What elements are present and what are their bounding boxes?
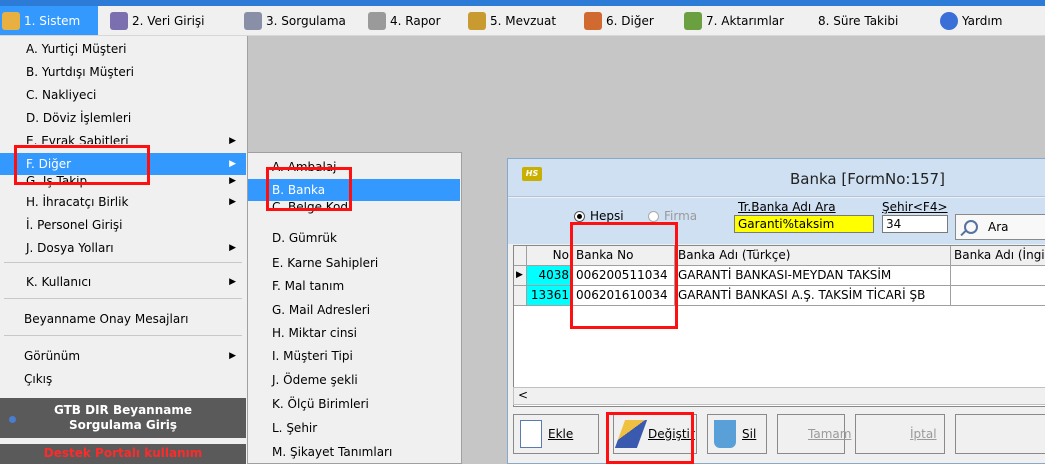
menu-aktarimlar[interactable]: 7. Aktarımlar (684, 6, 784, 35)
new-document-icon (520, 420, 542, 448)
gtb-dir-sorgulama-button[interactable]: GTB DIR Beyanname Sorgulama Giriş (0, 398, 246, 438)
submenu-item-mail-adresleri[interactable]: G. Mail Adresleri (248, 299, 460, 321)
search-icon (964, 220, 978, 234)
scroll-left-icon[interactable]: < (518, 388, 528, 402)
submenu-item-odeme-sekli[interactable]: J. Ödeme şekli (248, 369, 460, 391)
menu-item-gorunum[interactable]: Görünüm ▶ (0, 345, 246, 367)
menu-sistem[interactable]: 1. Sistem (0, 6, 98, 35)
menu-veri-girisi[interactable]: 2. Veri Girişi (110, 6, 205, 35)
form-title: Banka [FormNo:157] (790, 170, 945, 188)
highlight-box-diger (14, 145, 150, 185)
menu-separator (4, 262, 242, 263)
menu-diger[interactable]: 6. Diğer (584, 6, 654, 35)
menu-item-personel-girisi[interactable]: İ. Personel Girişi (0, 214, 246, 236)
sehir-label: Şehir<F4> (882, 200, 948, 214)
submenu-item-musteri-tipi[interactable]: I. Müşteri Tipi (248, 345, 460, 367)
menu-sure-takibi[interactable]: 8. Süre Takibi (818, 6, 898, 35)
submenu-arrow-icon: ▶ (229, 351, 236, 361)
menu-item-ihracatci-birlik[interactable]: H. İhracatçı Birlik ▶ (0, 191, 246, 213)
submenu-item-olcu-birimleri[interactable]: K. Ölçü Birimleri (248, 393, 460, 415)
books-icon (468, 11, 486, 30)
form-title-bar: HS Banka [FormNo:157] (508, 159, 1045, 197)
form-button-bar: Ekle Değiştir Sil Tamam İptal (513, 414, 1045, 458)
submenu-arrow-icon: ▶ (229, 197, 236, 207)
submenu-item-karne-sahipleri[interactable]: E. Karne Sahipleri (248, 252, 460, 274)
help-icon (940, 11, 958, 30)
menu-item-yurtdisi-musteri[interactable]: B. Yurtdışı Müşteri (0, 61, 246, 83)
iptal-button[interactable]: İptal (855, 414, 945, 454)
menu-item-evrak-sabitleri[interactable]: E. Evrak Sabitleri ▶ (0, 130, 246, 144)
highlight-box-degistir (606, 412, 694, 464)
submenu-item-sikayet-tanimlari[interactable]: M. Şikayet Tanımları (248, 441, 460, 463)
ara-button[interactable]: Ara (955, 214, 1045, 240)
menu-item-cikis[interactable]: Çıkış (0, 368, 246, 390)
submenu-arrow-icon: ▶ (229, 277, 236, 287)
printer-icon (368, 11, 386, 30)
submenu-item-gumruk[interactable]: D. Gümrük (248, 227, 460, 249)
menu-item-kullanici[interactable]: K. Kullanıcı ▶ (0, 271, 246, 293)
menu-item-beyanname-onay[interactable]: Beyanname Onay Mesajları (0, 308, 246, 330)
sil-button[interactable]: Sil (707, 414, 767, 454)
menu-rapor[interactable]: 4. Rapor (368, 6, 441, 35)
menu-sorgulama[interactable]: 3. Sorgulama (244, 6, 346, 35)
menu-item-dosya-yollari[interactable]: J. Dosya Yolları ▶ (0, 237, 246, 259)
bullet-icon (9, 416, 16, 423)
submenu-item-mal-tanim[interactable]: F. Mal tanım (248, 275, 460, 297)
column-header-no[interactable]: No (527, 246, 573, 266)
menu-separator (4, 335, 242, 336)
sehir-input[interactable]: 34 (882, 215, 948, 233)
query-icon (244, 11, 262, 30)
column-header-banka-adi-en[interactable]: Banka Adı (İngiliz (951, 246, 1045, 266)
column-header-banka-adi[interactable]: Banka Adı (Türkçe) (675, 246, 951, 266)
edit-icon (110, 11, 128, 30)
extra-button[interactable] (955, 414, 1045, 454)
submenu-arrow-icon: ▶ (229, 136, 236, 144)
submenu-item-sehir[interactable]: L. Şehir (248, 417, 460, 439)
menu-item-yurtici-musteri[interactable]: A. Yurtiçi Müşteri (0, 38, 246, 60)
row-indicator-icon: ▶ (514, 266, 527, 286)
menu-yardim[interactable]: Yardım (940, 6, 1002, 35)
submenu-arrow-icon: ▶ (229, 243, 236, 253)
search-input[interactable]: Garanti%taksim (734, 215, 874, 233)
menu-separator (4, 298, 242, 299)
submenu-arrow-icon: ▶ (229, 159, 236, 169)
radio-hepsi[interactable]: Hepsi (574, 209, 624, 223)
sistem-icon (2, 11, 20, 30)
menu-mevzuat[interactable]: 5. Mevzuat (468, 6, 556, 35)
highlight-box-banka-no (570, 222, 678, 329)
search-label: Tr.Banka Adı Ara (738, 200, 836, 214)
tools-icon (584, 11, 602, 30)
menu-item-nakliyeci[interactable]: C. Nakliyeci (0, 84, 246, 106)
sistem-dropdown: A. Yurtiçi Müşteri B. Yurtdışı Müşteri C… (0, 36, 248, 464)
app-logo-icon: HS (522, 167, 542, 181)
menu-item-doviz-islemleri[interactable]: D. Döviz İşlemleri (0, 107, 246, 129)
horizontal-scrollbar[interactable]: < (513, 387, 1045, 405)
submenu-arrow-icon: ▶ (229, 176, 236, 186)
highlight-box-banka (266, 167, 352, 211)
radio-firma[interactable]: Firma (648, 209, 697, 223)
transfer-icon (684, 11, 702, 30)
menu-bar: 1. Sistem 2. Veri Girişi 3. Sorgulama 4.… (0, 6, 1045, 36)
ekle-button[interactable]: Ekle (513, 414, 599, 454)
destek-portali-button[interactable]: Destek Portalı kullanım (0, 444, 246, 464)
tamam-button[interactable]: Tamam (777, 414, 851, 454)
submenu-item-miktar-cinsi[interactable]: H. Miktar cinsi (248, 322, 460, 344)
recycle-bin-icon (714, 420, 736, 448)
